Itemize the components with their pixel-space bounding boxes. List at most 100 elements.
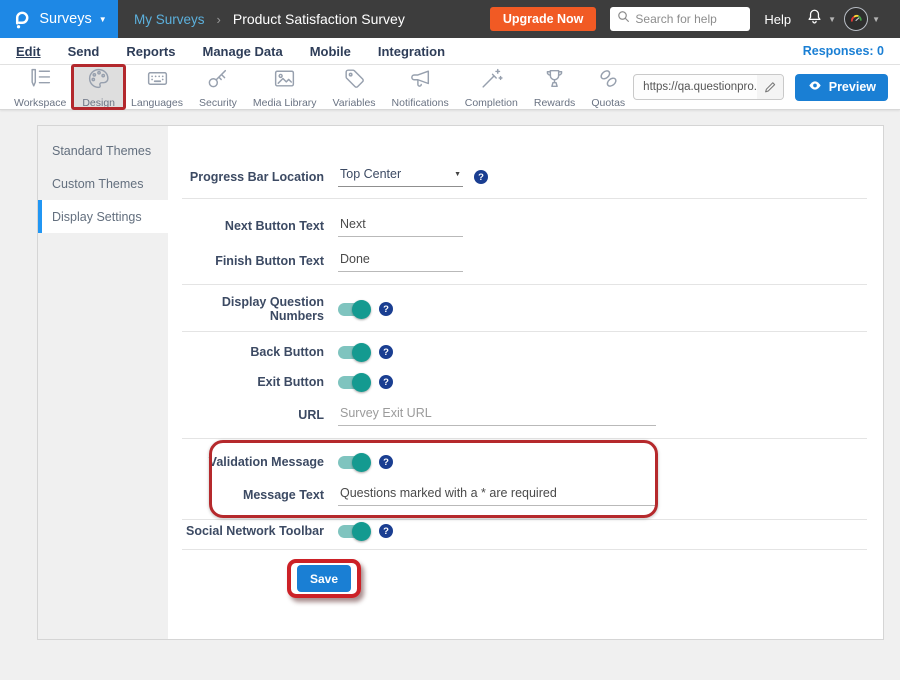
finish-button-text-label: Finish Button Text	[168, 254, 324, 268]
chevron-down-icon: ▼	[99, 15, 107, 24]
breadcrumb-separator: ›	[217, 12, 221, 27]
nav-item-reports[interactable]: Reports	[126, 44, 175, 59]
display-settings-form: Progress Bar Location Top Center ▼ ? Nex…	[168, 126, 883, 639]
search-icon	[617, 10, 630, 28]
sidebar-item-display-settings[interactable]: Display Settings	[38, 200, 168, 233]
next-button-text-input[interactable]	[338, 215, 463, 237]
progress-bar-location-row: Progress Bar Location Top Center ▼ ?	[168, 160, 869, 194]
megaphone-icon	[408, 66, 433, 96]
edit-url-pencil-icon[interactable]	[757, 75, 783, 99]
divider	[182, 549, 867, 550]
help-icon[interactable]: ?	[379, 455, 393, 469]
breadcrumb-parent[interactable]: My Surveys	[134, 12, 205, 27]
account-menu[interactable]: ▼	[844, 7, 888, 31]
toolbar-item-label: Design	[82, 97, 115, 109]
display-question-numbers-row: Display Question Numbers ?	[168, 292, 869, 326]
toolbar-item-quotas[interactable]: Quotas	[583, 66, 633, 109]
message-text-row: Message Text	[168, 478, 869, 512]
help-icon[interactable]: ?	[474, 170, 488, 184]
toolbar-item-completion[interactable]: Completion	[457, 66, 526, 109]
social-network-toolbar-toggle[interactable]	[338, 525, 368, 538]
key-icon	[205, 66, 230, 96]
notifications-menu[interactable]: ▼	[805, 7, 844, 32]
toolbar-item-label: Notifications	[392, 97, 449, 109]
toolbar-item-label: Security	[199, 97, 237, 109]
sidebar-item-standard-themes[interactable]: Standard Themes	[38, 134, 168, 167]
toolbar-item-variables[interactable]: Variables	[325, 66, 384, 109]
responses-count[interactable]: Responses: 0	[803, 44, 884, 58]
nav-item-mobile[interactable]: Mobile	[310, 44, 351, 59]
preview-button[interactable]: Preview	[795, 74, 888, 101]
toolbar-item-rewards[interactable]: Rewards	[526, 66, 583, 109]
breadcrumb-current: Product Satisfaction Survey	[233, 11, 405, 27]
help-icon[interactable]: ?	[379, 375, 393, 389]
nav-item-edit[interactable]: Edit	[16, 44, 41, 59]
help-icon[interactable]: ?	[379, 524, 393, 538]
search-input[interactable]	[635, 12, 745, 26]
eye-icon	[807, 80, 823, 94]
tag-icon	[342, 66, 367, 96]
upgrade-now-button[interactable]: Upgrade Now	[490, 7, 597, 31]
toolbar-item-label: Quotas	[591, 97, 625, 109]
nav-item-integration[interactable]: Integration	[378, 44, 445, 59]
toolbar-item-label: Variables	[333, 97, 376, 109]
validation-message-row: Validation Message ?	[168, 445, 869, 479]
toolbar-item-label: Rewards	[534, 97, 575, 109]
trophy-icon	[542, 66, 567, 96]
help-icon[interactable]: ?	[379, 345, 393, 359]
toolbar-item-workspace[interactable]: Workspace	[6, 66, 74, 109]
back-button-toggle[interactable]	[338, 346, 368, 359]
bell-icon	[805, 7, 824, 32]
nav-item-manage-data[interactable]: Manage Data	[202, 44, 282, 59]
finish-button-text-row: Finish Button Text	[168, 244, 869, 278]
toggle-knob	[352, 343, 371, 362]
progress-bar-location-value: Top Center	[340, 167, 401, 181]
help-search-box[interactable]	[610, 7, 750, 31]
validation-message-toggle[interactable]	[338, 456, 368, 469]
top-bar: Surveys ▼ My Surveys › Product Satisfact…	[0, 0, 900, 38]
exit-url-row: URL	[168, 398, 869, 432]
toolbar-item-languages[interactable]: Languages	[123, 66, 191, 109]
survey-nav: Edit Send Reports Manage Data Mobile Int…	[0, 38, 900, 65]
toolbar-item-media-library[interactable]: Media Library	[245, 66, 325, 109]
save-button[interactable]: Save	[297, 565, 351, 592]
exit-button-row: Exit Button ?	[168, 365, 869, 399]
help-link[interactable]: Help	[764, 12, 791, 27]
page-body: Standard Themes Custom Themes Display Se…	[0, 110, 900, 640]
toolbar-item-design[interactable]: Design	[74, 66, 123, 109]
progress-bar-location-select[interactable]: Top Center ▼	[338, 167, 463, 187]
chain-links-icon	[596, 66, 621, 96]
toolbar-item-security[interactable]: Security	[191, 66, 245, 109]
keyboard-icon	[145, 66, 170, 96]
help-icon[interactable]: ?	[379, 302, 393, 316]
social-network-toolbar-row: Social Network Toolbar ?	[168, 514, 869, 548]
toggle-knob	[352, 453, 371, 472]
survey-url-field[interactable]: https://qa.questionpro.com/t/AW22Zcq2J	[633, 74, 784, 100]
exit-url-input[interactable]	[338, 404, 656, 426]
finish-button-text-input[interactable]	[338, 250, 463, 272]
survey-url-text: https://qa.questionpro.com/t/AW22Zcq2J	[634, 81, 757, 93]
divider	[182, 331, 867, 332]
display-settings-panel: Standard Themes Custom Themes Display Se…	[37, 125, 884, 640]
divider	[182, 438, 867, 439]
toolbar-item-label: Media Library	[253, 97, 317, 109]
toolbar-item-label: Languages	[131, 97, 183, 109]
questionpro-logo-icon	[11, 9, 32, 30]
message-text-input[interactable]	[338, 484, 656, 506]
display-question-numbers-toggle[interactable]	[338, 303, 368, 316]
avatar	[844, 7, 868, 31]
exit-button-toggle[interactable]	[338, 376, 368, 389]
toggle-knob	[352, 300, 371, 319]
exit-button-label: Exit Button	[168, 375, 324, 389]
themes-sidebar: Standard Themes Custom Themes Display Se…	[38, 126, 168, 639]
toolbar-item-label: Completion	[465, 97, 518, 109]
sidebar-item-custom-themes[interactable]: Custom Themes	[38, 167, 168, 200]
product-menu[interactable]: Surveys ▼	[0, 0, 118, 38]
design-palette-icon	[86, 66, 111, 96]
nav-item-send[interactable]: Send	[68, 44, 100, 59]
toggle-knob	[352, 373, 371, 392]
image-icon	[272, 66, 297, 96]
divider	[182, 198, 867, 199]
progress-bar-location-label: Progress Bar Location	[168, 170, 324, 184]
toolbar-item-notifications[interactable]: Notifications	[384, 66, 457, 109]
